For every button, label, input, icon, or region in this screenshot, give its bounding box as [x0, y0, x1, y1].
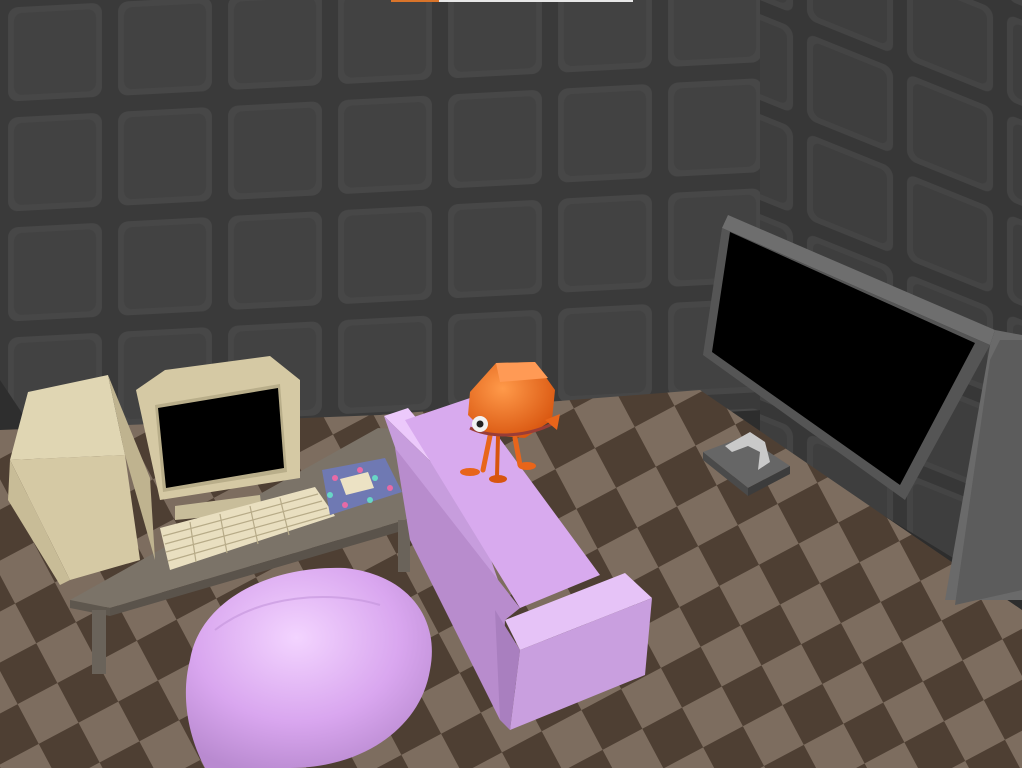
- progress-fill: [391, 0, 440, 2]
- game-scene[interactable]: [0, 0, 1022, 768]
- game-viewport[interactable]: [0, 0, 1022, 768]
- progress-bar: [391, 0, 633, 2]
